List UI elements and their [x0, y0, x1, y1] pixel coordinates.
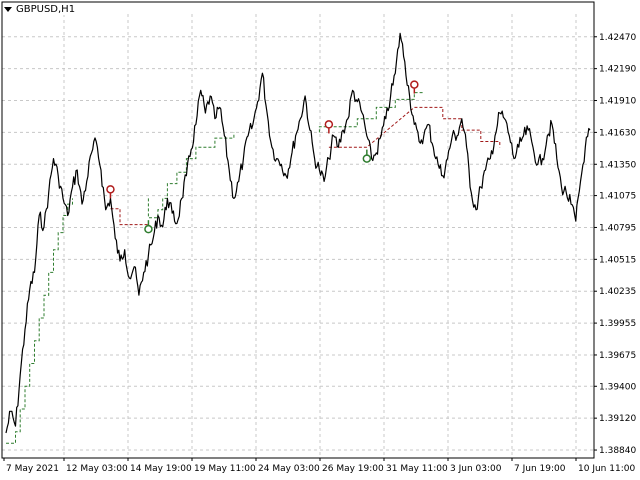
sell-signal-icon-ring: [324, 120, 334, 129]
sell-signal-icon: [324, 120, 334, 134]
x-tick-label: 19 May 11:00: [194, 464, 256, 474]
y-tick-label: 1.42470: [599, 33, 636, 43]
buy-level-segment: [147, 132, 235, 219]
sell-level-segment: [328, 106, 501, 148]
buy-signal-icon-ring: [362, 154, 372, 163]
sell-level-segment: [110, 208, 149, 226]
y-tick-label: 1.41075: [599, 192, 636, 202]
x-tick-label: 24 May 03:00: [258, 464, 320, 474]
x-tick-label: 14 May 19:00: [130, 464, 192, 474]
y-tick-label: 1.40795: [599, 223, 636, 233]
y-tick-label: 1.39120: [599, 414, 636, 424]
y-tick-label: 1.39400: [599, 382, 636, 392]
chart-frame: [1, 1, 595, 459]
sell-signal-icon: [106, 185, 115, 199]
x-tick-label: 7 May 2021: [6, 464, 59, 474]
symbol-header[interactable]: GBPUSD,H1: [4, 4, 76, 15]
sell-signal-icon-ring: [106, 185, 115, 194]
y-tick-label: 1.42190: [599, 65, 636, 75]
y-tick-label: 1.40235: [599, 287, 636, 297]
price-line: [5, 32, 591, 434]
triangle-down-icon[interactable]: [4, 7, 12, 12]
buy-level-line: [6, 92, 424, 444]
price-axis: 1.42470 1.42190 1.41910 1.41630 1.41350 1.410…: [594, 33, 636, 456]
y-tick-label: 1.39675: [599, 351, 636, 361]
time-axis: 7 May 2021 12 May 03:00 14 May 19:00 19 May…: [3, 458, 635, 474]
price-series: [5, 32, 591, 434]
buy-signal-icon: [362, 149, 372, 163]
x-tick-label: 26 May 19:00: [322, 464, 384, 474]
x-tick-label: 31 May 11:00: [386, 464, 448, 474]
symbol-label: GBPUSD,H1: [16, 4, 76, 15]
y-tick-label: 1.41350: [599, 160, 636, 170]
plot-border: [1, 1, 595, 459]
sell-signal-icon: [410, 80, 419, 94]
y-tick-label: 1.39955: [599, 319, 636, 329]
buy-signal-icon: [144, 220, 153, 234]
sell-signal-icon-ring: [410, 80, 419, 89]
grid: [2, 14, 594, 458]
sell-level-line: [110, 106, 501, 226]
x-tick-label: 10 Jun 11:00: [578, 464, 635, 474]
x-tick-label: 12 May 03:00: [66, 464, 128, 474]
x-tick-label: 3 Jun 03:00: [450, 464, 502, 474]
buy-level-segment: [6, 198, 73, 444]
y-tick-label: 1.40515: [599, 255, 636, 265]
buy-signal-icon-ring: [144, 224, 153, 234]
x-tick-label: 7 Jun 19:00: [514, 464, 566, 474]
chart-window[interactable]: 1.42470 1.42190 1.41910 1.41630 1.41350 1.410…: [0, 0, 640, 480]
y-tick-label: 1.41910: [599, 97, 636, 107]
y-tick-label: 1.38840: [599, 446, 636, 456]
y-tick-label: 1.41630: [599, 128, 636, 138]
price-chart[interactable]: 1.42470 1.42190 1.41910 1.41630 1.41350 1.410…: [0, 0, 640, 480]
